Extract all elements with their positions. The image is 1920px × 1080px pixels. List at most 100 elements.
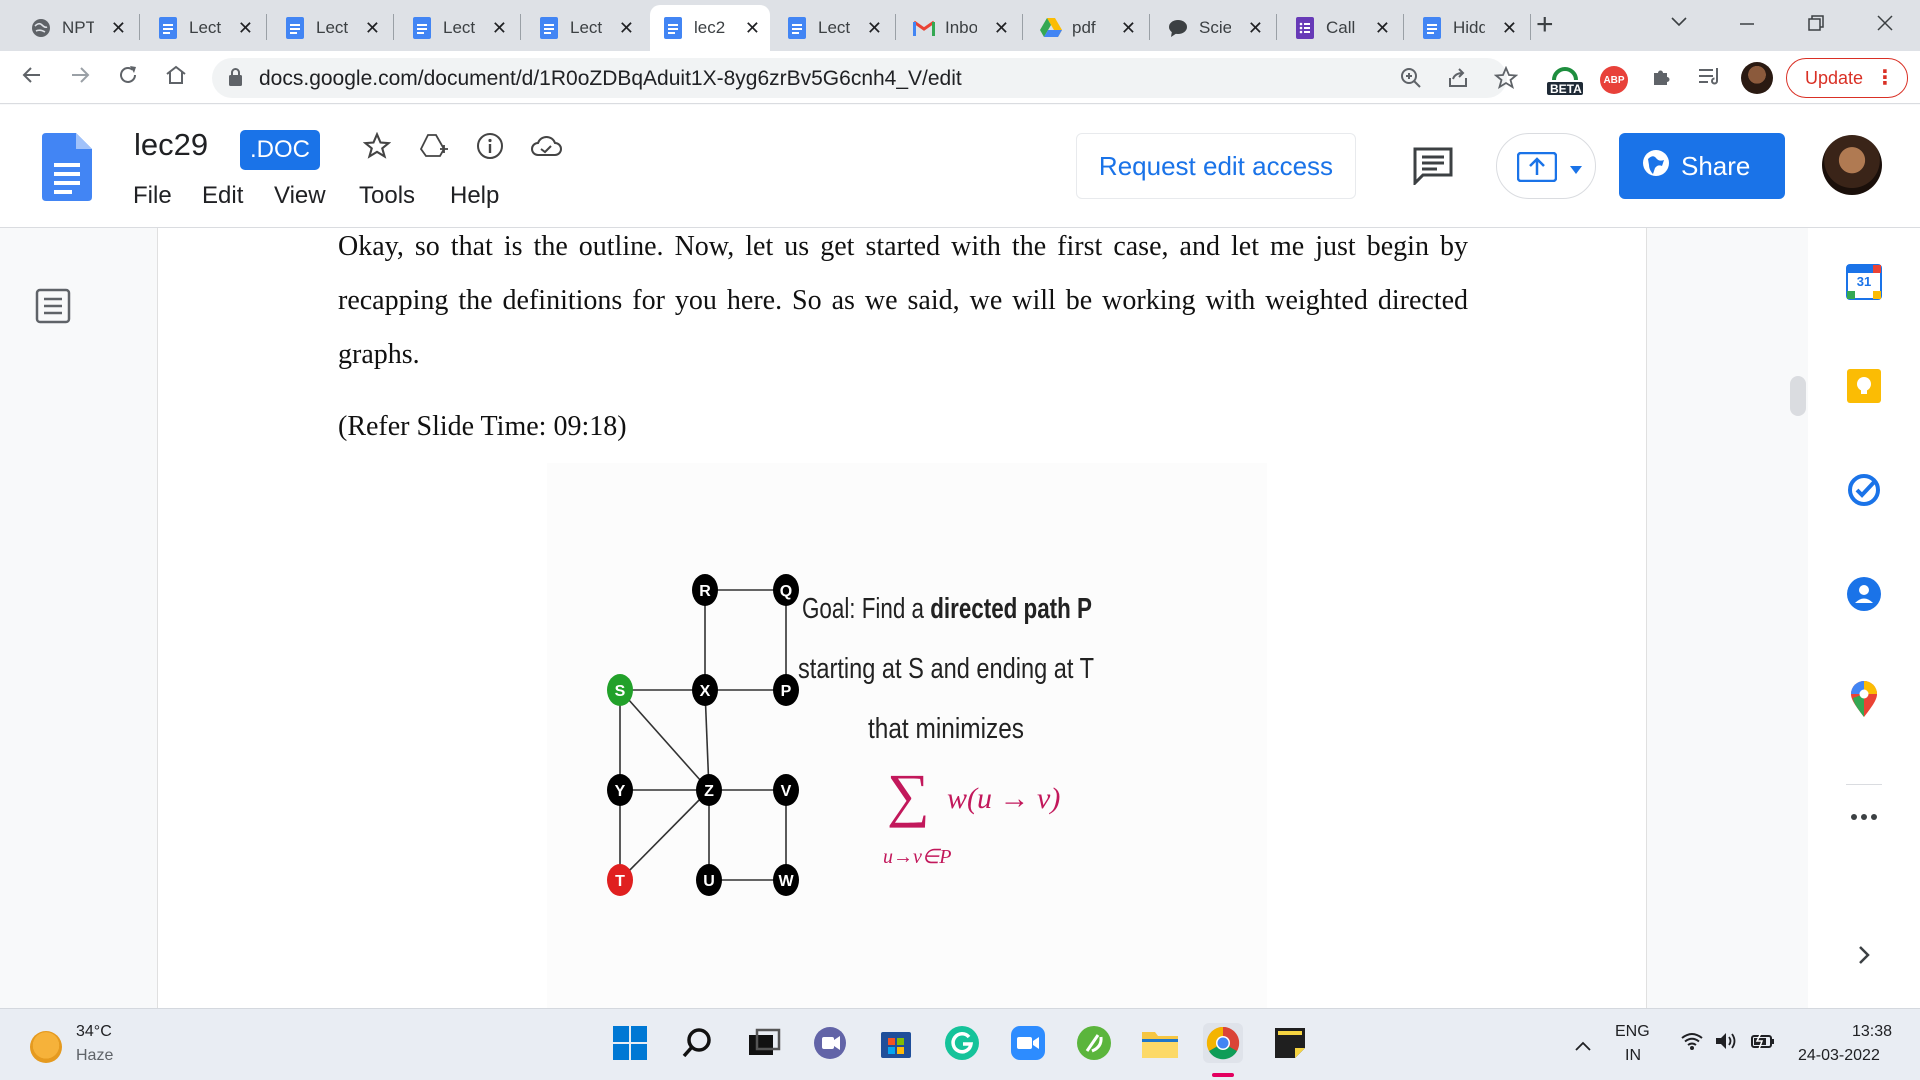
close-icon[interactable]: ✕ — [365, 17, 380, 39]
chevron-down-icon[interactable] — [1569, 162, 1583, 180]
address-bar[interactable]: docs.google.com/document/d/1R0oZDBqAduit… — [212, 58, 1519, 98]
request-edit-access-button[interactable]: Request edit access — [1076, 133, 1356, 199]
contacts-app[interactable] — [1808, 576, 1920, 612]
scrollbar-thumb[interactable] — [1790, 376, 1806, 416]
tab-search-chevron-icon[interactable] — [1670, 8, 1688, 34]
tab-inbox[interactable]: Inbox ✕ — [901, 5, 1019, 51]
restore-icon[interactable] — [1807, 12, 1825, 38]
beta-label: BETA — [1550, 82, 1582, 96]
close-icon[interactable]: ✕ — [238, 17, 253, 39]
present-button[interactable] — [1496, 133, 1596, 199]
weather-sun-icon[interactable] — [30, 1031, 62, 1063]
close-icon[interactable]: ✕ — [1248, 17, 1263, 39]
star-icon[interactable] — [360, 129, 394, 163]
menu-tools[interactable]: Tools — [359, 182, 415, 210]
tab-lecture-5[interactable]: Lecture ✕ — [774, 5, 892, 51]
lock-icon[interactable] — [229, 68, 242, 86]
maps-app[interactable] — [1808, 680, 1920, 718]
update-button[interactable]: Update ⋮ — [1786, 58, 1908, 98]
tasks-app[interactable] — [1808, 472, 1920, 508]
share-page-icon[interactable] — [1446, 66, 1470, 96]
document-outline-icon[interactable] — [35, 288, 73, 326]
document-page[interactable]: Okay, so that is the outline. Now, let u… — [157, 228, 1647, 1008]
battery-icon[interactable] — [1750, 1031, 1776, 1057]
zoom-app-icon[interactable] — [1008, 1023, 1048, 1063]
document-title[interactable]: lec29 — [134, 127, 208, 163]
sticky-notes-icon[interactable] — [1270, 1023, 1310, 1063]
close-icon[interactable]: ✕ — [745, 17, 760, 39]
keep-app[interactable] — [1808, 368, 1920, 404]
weather-condition[interactable]: Haze — [76, 1047, 113, 1065]
close-icon[interactable]: ✕ — [1121, 17, 1136, 39]
account-avatar[interactable] — [1822, 135, 1882, 195]
reading-list-icon[interactable] — [1697, 64, 1723, 95]
chrome-icon[interactable] — [1203, 1023, 1243, 1063]
tab-lecture-3[interactable]: Lecture ✕ — [399, 5, 517, 51]
info-icon[interactable] — [473, 129, 507, 163]
language-indicator[interactable]: ENG — [1615, 1023, 1650, 1041]
calendar-app[interactable]: 31 — [1808, 264, 1920, 300]
tab-lecture-2[interactable]: Lecture ✕ — [272, 5, 390, 51]
refer-slide-time: (Refer Slide Time: 09:18) — [338, 411, 627, 442]
evernote-icon[interactable] — [1074, 1023, 1114, 1063]
teams-chat-icon[interactable] — [810, 1023, 850, 1063]
show-hidden-icons-chevron-icon[interactable] — [1574, 1035, 1592, 1058]
close-icon[interactable]: ✕ — [111, 17, 126, 39]
weather-temperature[interactable]: 34°C — [76, 1023, 112, 1041]
window-close-icon[interactable] — [1876, 12, 1894, 38]
wifi-icon[interactable] — [1680, 1031, 1704, 1057]
back-arrow-icon[interactable] — [20, 63, 44, 92]
tab-science[interactable]: Science ✕ — [1155, 5, 1273, 51]
body-paragraph: Okay, so that is the outline. Now, let u… — [338, 231, 1468, 370]
close-icon[interactable]: ✕ — [619, 17, 634, 39]
tab-nptel[interactable]: NPTEL ✕ — [18, 5, 136, 51]
present-upload-icon — [1516, 151, 1558, 187]
windows-start-icon[interactable] — [610, 1023, 650, 1063]
more-apps-icon[interactable] — [1808, 812, 1920, 822]
close-icon[interactable]: ✕ — [492, 17, 507, 39]
close-icon[interactable]: ✕ — [994, 17, 1009, 39]
file-explorer-icon[interactable] — [1140, 1023, 1180, 1063]
clock-time[interactable]: 13:38 — [1852, 1023, 1892, 1041]
move-to-drive-icon[interactable] — [416, 129, 450, 163]
expand-panel-chevron-icon[interactable] — [1808, 944, 1920, 966]
forward-arrow-icon[interactable] — [68, 63, 92, 92]
reload-icon[interactable] — [116, 63, 140, 92]
new-tab-button[interactable]: + — [1536, 10, 1554, 40]
tab-pdf[interactable]: pdf ✕ — [1028, 5, 1146, 51]
share-button[interactable]: Share — [1619, 133, 1785, 199]
svg-text:Z: Z — [704, 783, 714, 800]
close-icon[interactable]: ✕ — [1502, 17, 1517, 39]
document-canvas[interactable]: Okay, so that is the outline. Now, let u… — [0, 228, 1920, 1008]
menu-view[interactable]: View — [274, 182, 326, 210]
language-region[interactable]: IN — [1625, 1047, 1641, 1065]
home-icon[interactable] — [164, 63, 188, 92]
menu-help[interactable]: Help — [450, 182, 499, 210]
comment-history-icon[interactable] — [1413, 147, 1453, 187]
tab-lecture-1[interactable]: Lecture ✕ — [145, 5, 263, 51]
clock-date[interactable]: 24-03-2022 — [1798, 1047, 1880, 1065]
extensions-puzzle-icon[interactable] — [1650, 64, 1674, 95]
menu-file[interactable]: File — [133, 182, 172, 210]
bookmark-star-icon[interactable] — [1493, 65, 1519, 96]
volume-icon[interactable] — [1714, 1031, 1740, 1057]
zoom-icon[interactable] — [1399, 66, 1423, 96]
minimize-icon[interactable] — [1738, 10, 1756, 36]
docs-home-icon[interactable] — [42, 133, 92, 201]
tab-lecture-4[interactable]: Lecture ✕ — [526, 5, 644, 51]
adblock-icon[interactable]: ABP — [1600, 66, 1628, 94]
close-icon[interactable]: ✕ — [867, 17, 882, 39]
tab-hidden[interactable]: Hidden ✕ — [1409, 5, 1527, 51]
task-view-icon[interactable] — [744, 1023, 784, 1063]
search-icon[interactable] — [677, 1023, 717, 1063]
beta-extension-icon[interactable]: BETA — [1547, 62, 1583, 98]
tab-lec29[interactable]: lec29 ✕ — [650, 5, 770, 51]
microsoft-store-icon[interactable] — [876, 1023, 916, 1063]
kebab-menu-icon[interactable]: ⋮ — [1875, 65, 1895, 90]
profile-avatar[interactable] — [1741, 62, 1773, 94]
menu-edit[interactable]: Edit — [202, 182, 243, 210]
tab-call[interactable]: Call ✕ — [1282, 5, 1400, 51]
grammarly-icon[interactable] — [942, 1023, 982, 1063]
cloud-saved-icon[interactable] — [529, 129, 563, 163]
close-icon[interactable]: ✕ — [1375, 17, 1390, 39]
